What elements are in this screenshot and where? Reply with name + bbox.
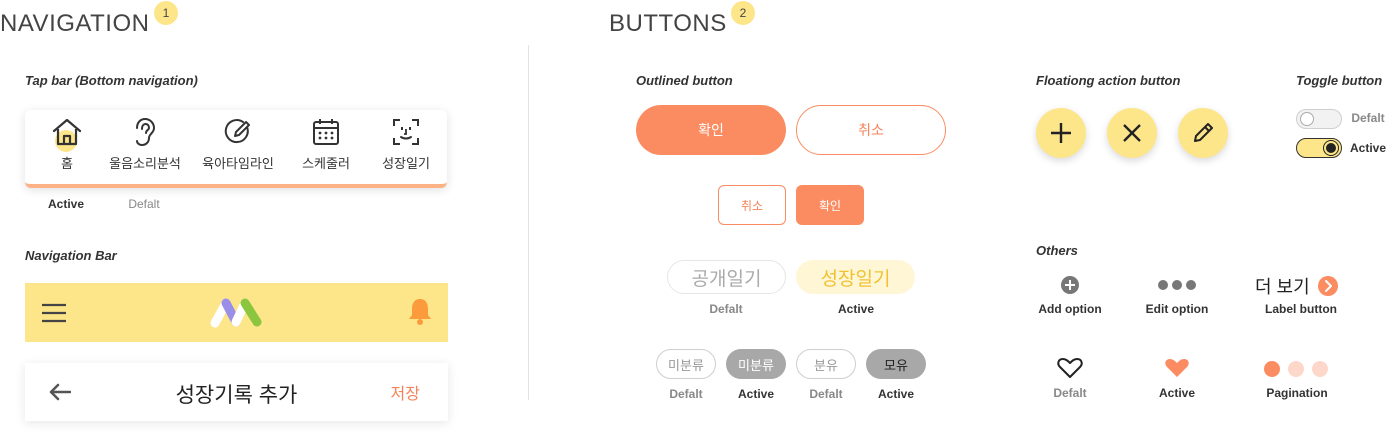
edit-fab[interactable]: [1178, 108, 1228, 158]
heart-outline-icon[interactable]: [1057, 357, 1083, 379]
ear-icon: [136, 117, 156, 147]
pagination-caption: Pagination: [1266, 386, 1328, 400]
home-icon: [52, 118, 82, 146]
bell-icon[interactable]: [407, 297, 433, 325]
chip-breastmilk-active[interactable]: 모유: [866, 349, 926, 379]
close-icon: [1123, 124, 1141, 142]
tab-timeline[interactable]: 육아타임라인: [193, 110, 283, 184]
page-title: 성장기록 추가: [175, 384, 298, 407]
tabbar-title: Tap bar (Bottom navigation): [25, 73, 198, 88]
close-fab[interactable]: [1107, 108, 1157, 158]
edit-option-label: Edit option: [1145, 302, 1209, 316]
heart-active-caption: Active: [1158, 386, 1196, 400]
chevron-right-icon: [1317, 276, 1338, 296]
tab-label: 홈: [61, 156, 73, 171]
active-caption: Active: [837, 302, 875, 316]
tab-label: 성장일기: [382, 156, 430, 171]
growth-diary-button[interactable]: 성장일기: [796, 260, 915, 294]
page-dot[interactable]: [1288, 361, 1304, 377]
section-badge: 1: [154, 1, 178, 25]
tab-growth-diary[interactable]: 성장일기: [371, 110, 441, 184]
confirm-small-button[interactable]: 확인: [796, 185, 864, 225]
toggle-caption: Defalt: [1351, 111, 1385, 125]
toggle-default[interactable]: [1296, 109, 1342, 129]
section-divider: [528, 45, 529, 400]
plus-circle-icon[interactable]: [1060, 275, 1080, 295]
chip-caption: Defalt: [669, 387, 703, 401]
buttons-heading: BUTTONS: [609, 10, 727, 37]
page-header: 성장기록 추가 저장: [25, 363, 448, 421]
toggle-knob: [1300, 112, 1314, 126]
heart-default-caption: Defalt: [1053, 386, 1087, 400]
tab-label: 육아타임라인: [202, 156, 274, 171]
tab-cry-analysis[interactable]: 울음소리분석: [103, 110, 187, 184]
public-diary-button[interactable]: 공개일기: [667, 260, 786, 294]
face-scan-icon: [393, 119, 419, 145]
add-fab[interactable]: [1036, 108, 1086, 158]
tab-label: 울음소리분석: [109, 156, 181, 171]
bottom-tab-bar: 홈 울음소리분석 육아타임라인 스케줄러 성장일기: [25, 110, 447, 188]
active-caption: Active: [47, 197, 85, 211]
default-caption: Defalt: [709, 302, 743, 316]
plus-icon: [1051, 123, 1071, 143]
pencil-circle-icon: [224, 119, 250, 144]
toggle-active[interactable]: [1296, 138, 1342, 158]
chip-unclassified-active[interactable]: 미분류: [726, 349, 786, 379]
fab-title: Floationg action button: [1036, 73, 1181, 88]
navigation-heading: NAVIGATION: [0, 10, 150, 37]
chip-caption: Defalt: [809, 387, 843, 401]
tab-scheduler[interactable]: 스케줄러: [293, 110, 359, 184]
others-title: Others: [1036, 243, 1078, 258]
more-label-button[interactable]: 더 보기: [1255, 273, 1338, 299]
page-dot-active[interactable]: [1264, 361, 1280, 377]
section-badge: 2: [731, 1, 755, 25]
save-button[interactable]: 저장: [391, 380, 420, 404]
navigation-bar: [25, 283, 448, 342]
pencil-icon: [1194, 123, 1213, 142]
more-dots-icon[interactable]: [1157, 279, 1197, 291]
menu-icon[interactable]: [41, 303, 67, 323]
default-caption: Defalt: [128, 197, 160, 211]
more-label: 더 보기: [1255, 277, 1310, 297]
pagination-dots: [1264, 361, 1328, 377]
label-button-caption: Label button: [1265, 302, 1337, 316]
toggle-caption: Active: [1349, 141, 1387, 155]
chip-caption: Active: [737, 387, 775, 401]
tab-home[interactable]: 홈: [37, 110, 97, 184]
cancel-small-button[interactable]: 취소: [718, 185, 786, 225]
tab-label: 스케줄러: [302, 156, 350, 171]
toggle-knob: [1324, 141, 1338, 155]
confirm-button[interactable]: 확인: [636, 105, 786, 155]
toggle-title: Toggle button: [1296, 73, 1383, 88]
page-dot[interactable]: [1312, 361, 1328, 377]
logo-icon[interactable]: [209, 296, 265, 328]
navbar-title: Navigation Bar: [25, 248, 117, 263]
chip-unclassified-default[interactable]: 미분류: [656, 349, 716, 379]
add-option-label: Add option: [1038, 302, 1102, 316]
heart-filled-icon[interactable]: [1164, 357, 1190, 379]
chip-caption: Active: [877, 387, 915, 401]
cancel-button[interactable]: 취소: [796, 105, 946, 155]
chip-formula-default[interactable]: 분유: [796, 349, 856, 379]
calendar-icon: [313, 119, 339, 145]
outlined-title: Outlined button: [636, 73, 733, 88]
